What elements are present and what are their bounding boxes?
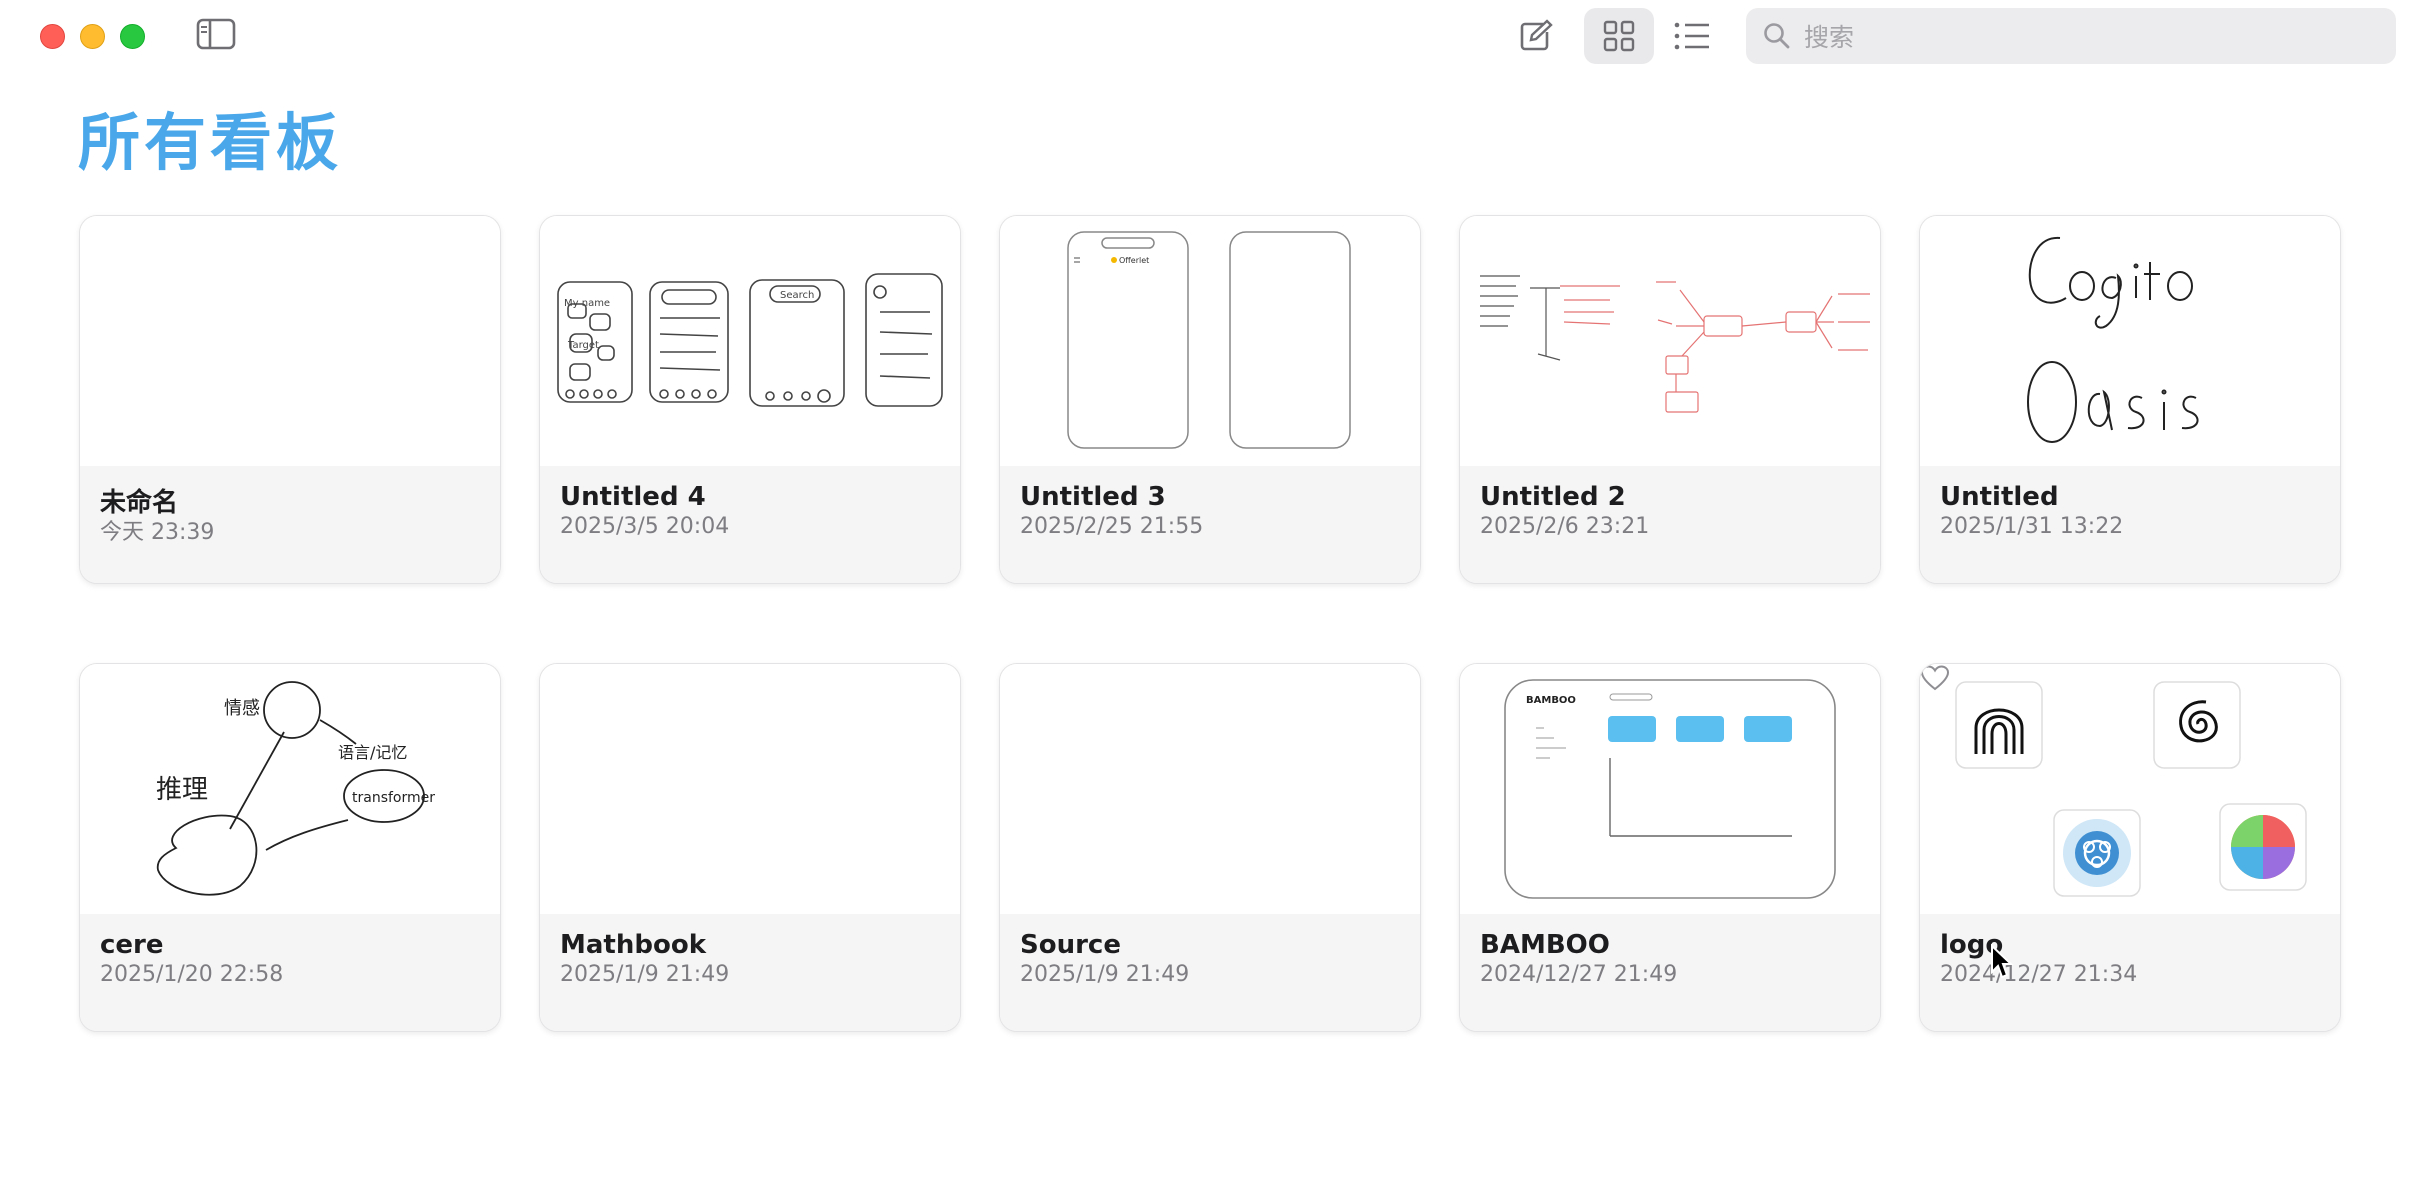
search-field[interactable]: 搜索: [1746, 8, 2396, 64]
board-card[interactable]: Untitled 2025/1/31 13:22: [1919, 215, 2341, 584]
close-window-button[interactable]: [40, 24, 65, 49]
sketch-label-my-name: My name: [564, 298, 610, 309]
list-icon: [1674, 22, 1709, 50]
sketch-word-reasoning: 推理: [156, 775, 208, 805]
mouse-pointer-icon: [1991, 944, 2014, 979]
sidebar-toggle-button[interactable]: [196, 18, 236, 52]
board-date: 今天 23:39: [100, 520, 215, 545]
compose-icon: [1520, 19, 1553, 51]
sketch-app-label: Offerlet: [1119, 256, 1149, 265]
board-thumbnail: [540, 664, 960, 914]
board-title: Untitled 3: [1020, 482, 1166, 512]
board-card[interactable]: Source 2025/1/9 21:49: [999, 663, 1421, 1032]
board-date: 2025/1/20 22:58: [100, 962, 284, 987]
board-card[interactable]: Offerlet Untitled 3 2025/2/25 21:55: [999, 215, 1421, 584]
board-date: 2025/1/31 13:22: [1940, 514, 2124, 539]
search-icon: [1764, 23, 1790, 49]
board-card[interactable]: BAMBOO BAMBOO 2024/12/27 21:49: [1459, 663, 1881, 1032]
board-thumbnail: BAMBOO: [1460, 664, 1880, 914]
sidebar-icon: [196, 18, 236, 50]
board-title: BAMBOO: [1480, 930, 1610, 960]
board-thumbnail: Offerlet: [1000, 216, 1420, 466]
sketch-bamboo-label: BAMBOO: [1526, 695, 1576, 706]
board-thumbnail: [1920, 664, 2340, 914]
board-date: 2024/12/27 21:34: [1940, 962, 2138, 987]
board-thumbnail: [1920, 216, 2340, 466]
board-thumbnail: 推理 情感 语言/记忆 transformer: [80, 664, 500, 914]
list-view-button[interactable]: [1663, 14, 1721, 58]
sketch-word-transformer: transformer: [352, 790, 435, 806]
new-board-button[interactable]: [1506, 14, 1564, 58]
sketch-word-language: 语言/记忆: [338, 743, 407, 762]
board-title: Untitled 2: [1480, 482, 1626, 512]
zoom-window-button[interactable]: [120, 24, 145, 49]
board-date: 2025/2/6 23:21: [1480, 514, 1650, 539]
board-card[interactable]: 未命名 今天 23:39: [79, 215, 501, 584]
board-card[interactable]: My name Target Search Untitled 4 2025/3/…: [539, 215, 961, 584]
board-title: Untitled 4: [560, 482, 706, 512]
board-date: 2025/3/5 20:04: [560, 514, 730, 539]
search-placeholder: 搜索: [1804, 23, 1855, 52]
minimize-window-button[interactable]: [80, 24, 105, 49]
board-title: Mathbook: [560, 930, 706, 960]
heart-icon[interactable]: [1920, 664, 1950, 692]
board-thumbnail: [1000, 664, 1420, 914]
grid-icon: [1603, 20, 1635, 52]
sketch-word-emotion: 情感: [224, 698, 260, 719]
board-date: 2025/1/9 21:49: [560, 962, 730, 987]
board-thumbnail: My name Target Search: [540, 216, 960, 466]
page-title: 所有看板: [78, 106, 343, 179]
board-card[interactable]: Untitled 2 2025/2/6 23:21: [1459, 215, 1881, 584]
board-thumbnail: [1460, 216, 1880, 466]
board-card[interactable]: 推理 情感 语言/记忆 transformer cere 2025/1/20 2…: [79, 663, 501, 1032]
board-date: 2024/12/27 21:49: [1480, 962, 1678, 987]
board-card[interactable]: Mathbook 2025/1/9 21:49: [539, 663, 961, 1032]
board-title: cere: [100, 930, 164, 960]
board-title: Untitled: [1940, 482, 2059, 512]
board-date: 2025/1/9 21:49: [1020, 962, 1190, 987]
sketch-label-target: Target: [567, 340, 599, 351]
sketch-label-search: Search: [780, 290, 814, 301]
board-card[interactable]: logo 2024/12/27 21:34: [1919, 663, 2341, 1032]
board-date: 2025/2/25 21:55: [1020, 514, 1204, 539]
grid-view-button[interactable]: [1584, 8, 1654, 64]
board-title: Source: [1020, 930, 1121, 960]
board-thumbnail: [80, 216, 500, 466]
